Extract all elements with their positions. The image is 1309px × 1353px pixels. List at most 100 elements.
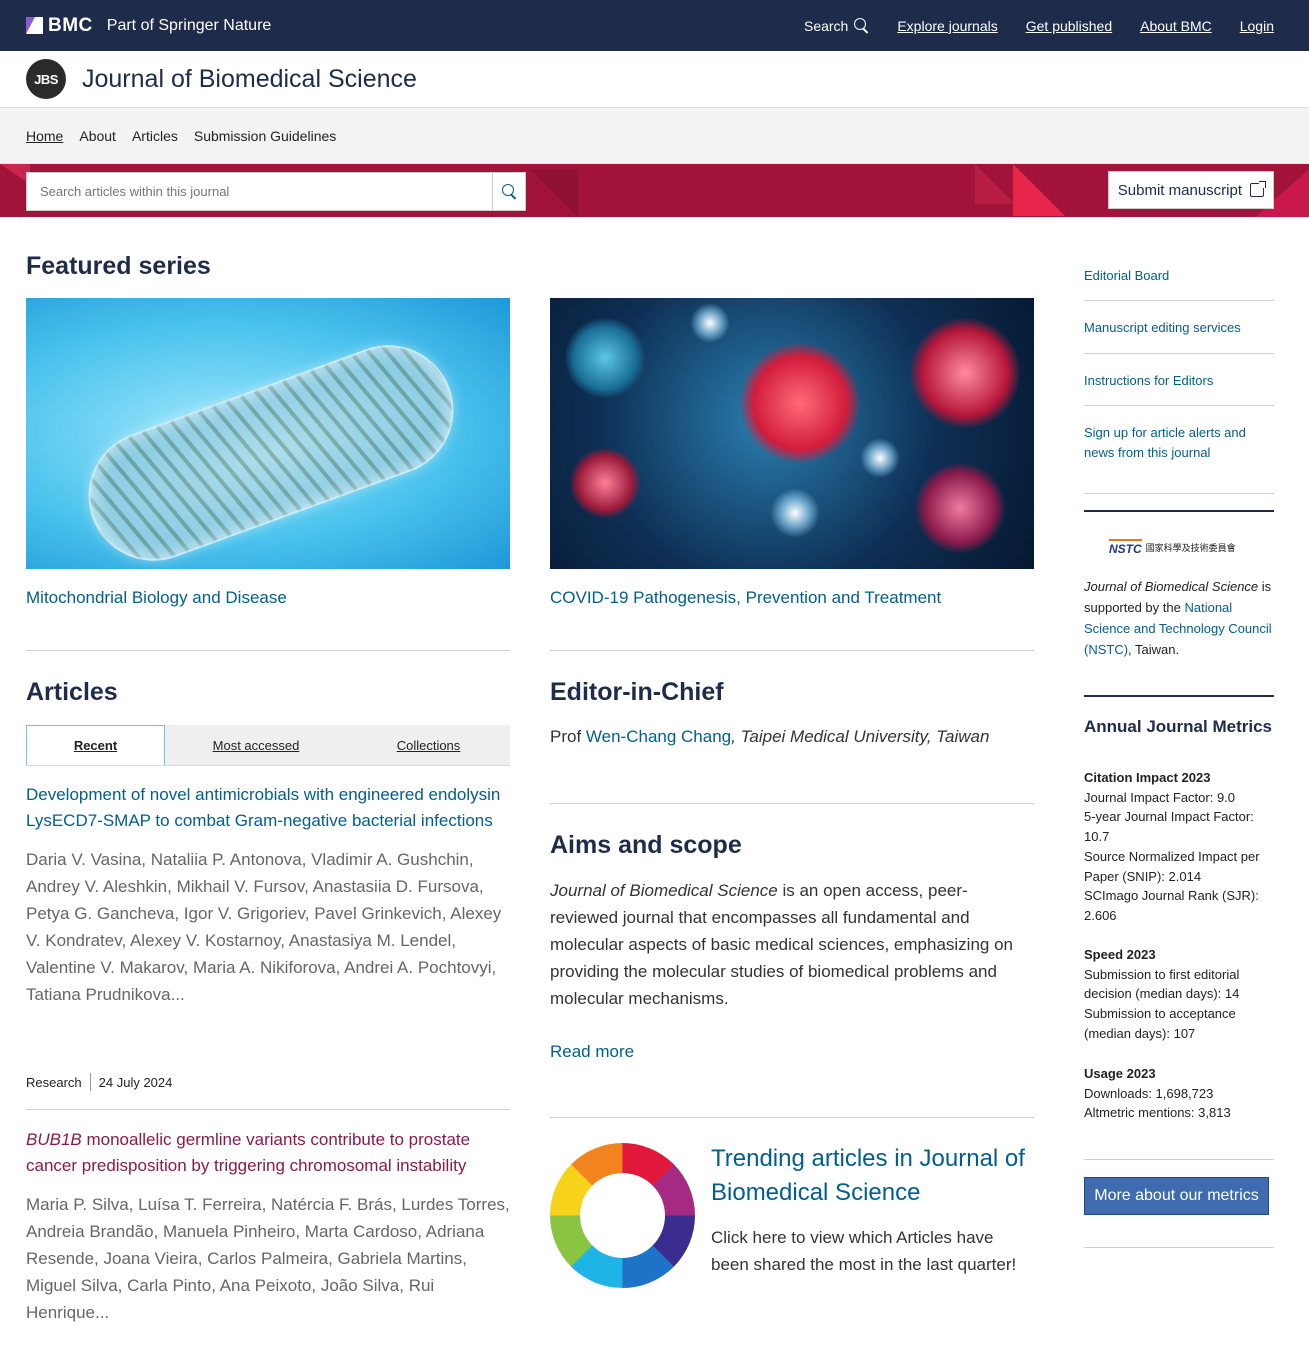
- metric-line: Downloads: 1,698,723: [1084, 1085, 1214, 1101]
- featured-item[interactable]: COVID-19 Pathogenesis, Prevention and Tr…: [550, 298, 1034, 608]
- featured-series-heading: Featured series: [26, 252, 211, 280]
- search-banner: Submit manuscript: [0, 164, 1309, 217]
- virus-image[interactable]: [550, 298, 1034, 569]
- article-meta: Research 24 July 2024: [26, 1073, 172, 1091]
- submit-manuscript-button[interactable]: Submit manuscript: [1107, 171, 1274, 209]
- journal-name: Journal of Biomedical Science: [1084, 579, 1259, 594]
- featured-caption[interactable]: Mitochondrial Biology and Disease: [26, 588, 510, 608]
- metric-line: Submission to first editorial decision (…: [1084, 966, 1240, 1002]
- journal-header: JBS Journal of Biomedical Science: [0, 51, 1309, 108]
- altmetric-donut-icon[interactable]: [550, 1143, 695, 1288]
- nstc-suffix: , Taiwan.: [1128, 642, 1180, 657]
- gene-name: BUB1B: [26, 1130, 82, 1149]
- journal-search: [26, 172, 526, 211]
- divider: [1084, 353, 1274, 354]
- metric-line: Journal Impact Factor: 9.0: [1084, 789, 1236, 805]
- trending-articles-link[interactable]: Trending articles in Journal of Biomedic…: [711, 1142, 1031, 1210]
- banner-decoration: [530, 169, 578, 217]
- nav-home[interactable]: Home: [26, 128, 63, 144]
- explore-journals-link[interactable]: Explore journals: [897, 18, 997, 34]
- metric-line: Altmetric mentions: 3,813: [1084, 1105, 1231, 1121]
- metric-line: SCImago Journal Rank (SJR): 2.606: [1084, 888, 1259, 923]
- aims-scope-heading: Aims and scope: [550, 831, 742, 859]
- nstc-logo-text: 國家科學及技術委員會: [1145, 543, 1236, 553]
- light-spot: [690, 303, 730, 343]
- read-more-link[interactable]: Read more: [550, 1042, 634, 1062]
- submit-manuscript-label: Submit manuscript: [1117, 181, 1242, 199]
- divider: [550, 1117, 1034, 1118]
- divider: [1084, 1247, 1274, 1248]
- eic-affiliation: , Taipei Medical University, Taiwan: [731, 727, 990, 746]
- tab-most-accessed[interactable]: Most accessed: [165, 725, 347, 765]
- tab-collections[interactable]: Collections: [347, 725, 510, 765]
- journal-logo[interactable]: JBS: [26, 59, 66, 99]
- divider: [550, 650, 1034, 651]
- article-title-text: monoallelic germline variants contribute…: [26, 1130, 471, 1175]
- virus-particle: [915, 463, 1005, 553]
- global-search-label: Search: [803, 17, 849, 34]
- virus-particle: [910, 318, 1020, 428]
- nav-about[interactable]: About: [79, 128, 116, 144]
- metric-line: 5-year Journal Impact Factor: 10.7: [1084, 809, 1254, 845]
- divider: [1084, 405, 1274, 406]
- journal-metrics-heading: Annual Journal Metrics: [1084, 717, 1272, 736]
- article-type: Research: [26, 1074, 82, 1090]
- metric-group-title: Usage 2023: [1084, 1066, 1156, 1081]
- light-spot: [860, 438, 900, 478]
- usage-metrics: Usage 2023 Downloads: 1,698,723 Altmetri…: [1084, 1064, 1274, 1123]
- login-link[interactable]: Login: [1240, 18, 1274, 34]
- divider: [1084, 300, 1274, 301]
- global-search-button[interactable]: Search: [804, 18, 869, 34]
- eic-name-link[interactable]: Wen-Chang Chang: [586, 727, 731, 746]
- virus-particle: [570, 448, 640, 518]
- editorial-board-link[interactable]: Editorial Board: [1084, 266, 1169, 286]
- bmc-logo[interactable]: BMC: [26, 15, 93, 37]
- bmc-logo-text: BMC: [48, 14, 93, 36]
- more-metrics-button[interactable]: More about our metrics: [1084, 1177, 1269, 1215]
- articles-tabs: Recent Most accessed Collections: [26, 725, 510, 766]
- get-published-link[interactable]: Get published: [1026, 18, 1112, 34]
- divider: [550, 803, 1034, 804]
- journal-search-button[interactable]: [492, 172, 526, 211]
- banner-decoration: [1013, 164, 1065, 216]
- nav-articles[interactable]: Articles: [132, 128, 178, 144]
- citation-impact-metrics: Citation Impact 2023 Journal Impact Fact…: [1084, 768, 1274, 926]
- light-spot: [770, 488, 820, 538]
- article-authors: Daria V. Vasina, Nataliia P. Antonova, V…: [26, 850, 502, 1004]
- speed-metrics: Speed 2023 Submission to first editorial…: [1084, 945, 1274, 1044]
- aims-scope-text: Journal of Biomedical Science is an open…: [550, 877, 1034, 1012]
- divider: [1084, 695, 1274, 697]
- metric-line: Submission to acceptance (median days): …: [1084, 1006, 1236, 1041]
- editor-in-chief-heading: Editor-in-Chief: [550, 678, 724, 706]
- mitochondria-image[interactable]: [26, 298, 510, 569]
- journal-search-input[interactable]: [26, 172, 492, 211]
- tab-recent[interactable]: Recent: [26, 725, 165, 765]
- nav-submission-guidelines[interactable]: Submission Guidelines: [194, 128, 336, 144]
- journal-name: Journal of Biomedical Science: [550, 881, 778, 900]
- divider: [1084, 493, 1274, 494]
- article-item: Development of novel antimicrobials with…: [26, 782, 510, 1008]
- nstc-logo-mark: NSTC: [1109, 539, 1142, 556]
- instructions-editors-link[interactable]: Instructions for Editors: [1084, 371, 1213, 391]
- divider: [1084, 510, 1274, 512]
- springer-nature-label: Part of Springer Nature: [106, 16, 272, 34]
- articles-heading: Articles: [26, 678, 118, 706]
- mitochondrion-illustration: [70, 326, 472, 569]
- journal-title[interactable]: Journal of Biomedical Science: [82, 65, 417, 94]
- virus-particle: [565, 318, 645, 398]
- featured-item[interactable]: Mitochondrial Biology and Disease: [26, 298, 510, 608]
- banner-decoration: [975, 164, 1015, 204]
- article-title-link[interactable]: BUB1B monoallelic germline variants cont…: [26, 1127, 510, 1179]
- global-nav: Search Explore journals Get published Ab…: [804, 18, 1274, 34]
- article-title-link[interactable]: Development of novel antimicrobials with…: [26, 782, 510, 834]
- article-alerts-link[interactable]: Sign up for article alerts and news from…: [1084, 423, 1264, 463]
- featured-caption[interactable]: COVID-19 Pathogenesis, Prevention and Tr…: [550, 588, 1034, 608]
- manuscript-editing-link[interactable]: Manuscript editing services: [1084, 318, 1241, 338]
- about-bmc-link[interactable]: About BMC: [1140, 18, 1212, 34]
- eic-prefix: Prof: [550, 727, 586, 746]
- nstc-logo[interactable]: NSTC 國家科學及技術委員會: [1109, 539, 1236, 556]
- virus-particle: [740, 343, 860, 463]
- meta-separator: [89, 1073, 91, 1091]
- search-icon: [501, 184, 517, 199]
- brand[interactable]: BMC Part of Springer Nature: [26, 15, 271, 37]
